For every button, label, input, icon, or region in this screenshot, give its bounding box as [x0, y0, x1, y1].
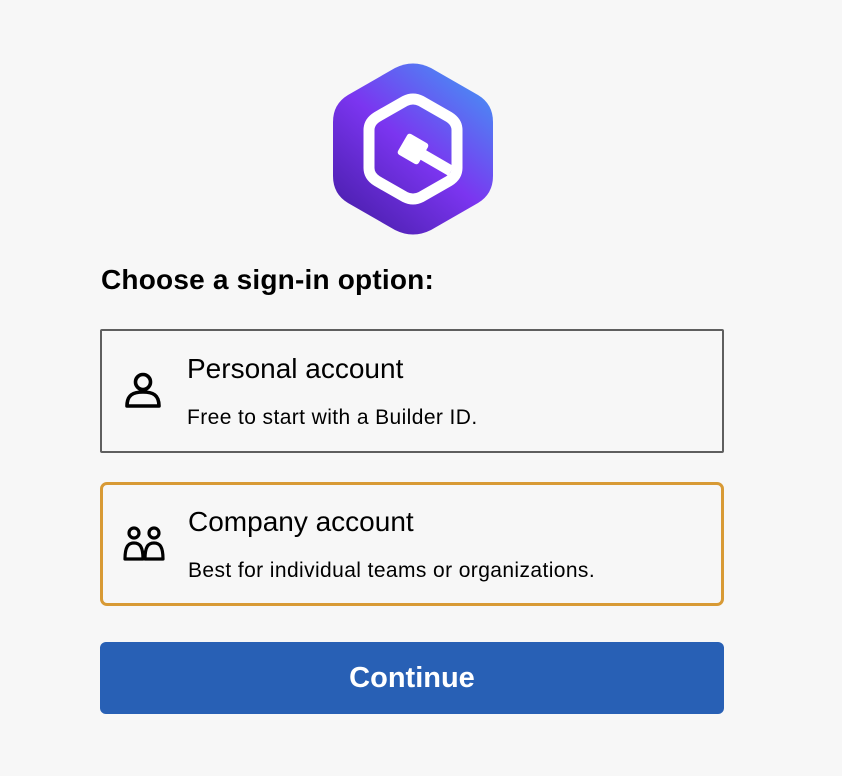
company-account-option[interactable]: Company account Best for individual team…	[100, 482, 724, 606]
personal-account-option[interactable]: Personal account Free to start with a Bu…	[100, 329, 724, 453]
continue-button[interactable]: Continue	[100, 642, 724, 714]
option-description: Free to start with a Builder ID.	[187, 406, 478, 429]
option-title: Personal account	[187, 353, 404, 384]
option-title: Company account	[188, 506, 414, 537]
page-title: Choose a sign-in option:	[101, 264, 434, 295]
q-hexagon-logo-icon	[333, 62, 493, 236]
people-icon	[123, 523, 165, 565]
option-description: Best for individual teams or organizatio…	[188, 559, 596, 582]
person-icon	[122, 370, 164, 412]
